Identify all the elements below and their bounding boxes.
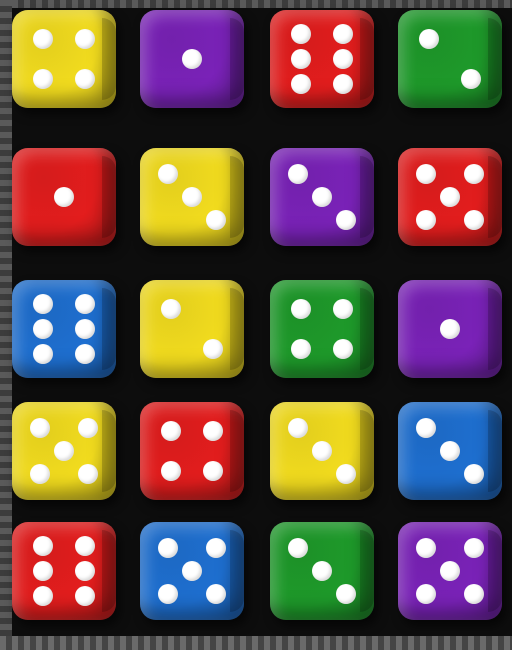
die-pip: [416, 538, 437, 559]
tray-rim-left: [0, 0, 12, 650]
die-pip: [158, 538, 179, 559]
die-pip: [74, 344, 95, 365]
die-pip: [33, 586, 54, 607]
die-pip: [54, 187, 74, 207]
die-pip: [33, 68, 54, 89]
die-pip: [205, 583, 226, 604]
die-pip: [463, 164, 484, 185]
die-green-2: [398, 10, 502, 108]
die-green-4: [270, 280, 374, 378]
die-pip: [416, 164, 437, 185]
die-pip: [335, 209, 356, 230]
die-pip: [463, 209, 484, 230]
die-pip: [33, 29, 54, 50]
die-pip: [440, 187, 460, 207]
die-pip: [30, 463, 51, 484]
die-purple-1: [140, 10, 244, 108]
die-purple-3: [270, 148, 374, 246]
die-pip: [161, 421, 182, 442]
die-pip: [74, 319, 95, 339]
die-pip: [74, 29, 95, 50]
die-pip: [288, 418, 309, 439]
die-yellow-2: [140, 280, 244, 378]
die-pip: [416, 209, 437, 230]
die-pip: [312, 187, 332, 207]
dice-tray: [0, 0, 512, 650]
die-pip: [335, 463, 356, 484]
die-pip: [419, 29, 440, 50]
die-pip: [291, 338, 312, 359]
die-pip: [202, 421, 223, 442]
die-pip: [182, 561, 202, 581]
die-purple-5: [398, 522, 502, 620]
die-pip: [74, 586, 95, 607]
die-pip: [74, 293, 95, 314]
die-pip: [30, 418, 51, 439]
die-pip: [440, 561, 460, 581]
die-pip: [202, 460, 223, 481]
die-pip: [205, 209, 226, 230]
die-pip: [202, 338, 223, 359]
die-pip: [33, 535, 54, 556]
die-red-5: [398, 148, 502, 246]
die-yellow-5: [12, 402, 116, 500]
die-green-3: [270, 522, 374, 620]
die-pip: [33, 344, 54, 365]
die-pip: [182, 49, 202, 69]
die-blue-5: [140, 522, 244, 620]
die-blue-3: [398, 402, 502, 500]
die-red-6: [12, 522, 116, 620]
die-pip: [335, 583, 356, 604]
die-pip: [463, 538, 484, 559]
die-pip: [158, 164, 179, 185]
die-pip: [33, 319, 54, 339]
die-pip: [158, 583, 179, 604]
die-pip: [54, 441, 74, 461]
die-yellow-4: [12, 10, 116, 108]
tray-floor: [12, 8, 512, 636]
die-pip: [332, 338, 353, 359]
die-pip: [440, 441, 460, 461]
die-pip: [161, 460, 182, 481]
die-pip: [463, 463, 484, 484]
die-red-4: [140, 402, 244, 500]
die-pip: [291, 299, 312, 320]
die-red-6: [270, 10, 374, 108]
die-pip: [460, 68, 481, 89]
die-pip: [332, 49, 353, 69]
tray-rim-bottom: [0, 636, 512, 650]
die-pip: [332, 299, 353, 320]
die-pip: [161, 299, 182, 320]
die-pip: [332, 74, 353, 95]
die-red-1: [12, 148, 116, 246]
die-blue-6: [12, 280, 116, 378]
die-pip: [416, 418, 437, 439]
die-pip: [312, 561, 332, 581]
die-pip: [77, 418, 98, 439]
die-purple-1: [398, 280, 502, 378]
die-pip: [291, 49, 312, 69]
die-pip: [288, 538, 309, 559]
die-pip: [312, 441, 332, 461]
die-pip: [288, 164, 309, 185]
die-pip: [74, 535, 95, 556]
die-pip: [291, 23, 312, 44]
die-pip: [205, 538, 226, 559]
die-yellow-3: [270, 402, 374, 500]
die-yellow-3: [140, 148, 244, 246]
die-pip: [33, 293, 54, 314]
die-pip: [440, 319, 460, 339]
die-pip: [463, 583, 484, 604]
die-pip: [74, 68, 95, 89]
die-pip: [33, 561, 54, 581]
die-pip: [182, 187, 202, 207]
die-pip: [291, 74, 312, 95]
die-pip: [74, 561, 95, 581]
tray-rim-top: [0, 0, 512, 8]
die-pip: [332, 23, 353, 44]
die-pip: [77, 463, 98, 484]
die-pip: [416, 583, 437, 604]
